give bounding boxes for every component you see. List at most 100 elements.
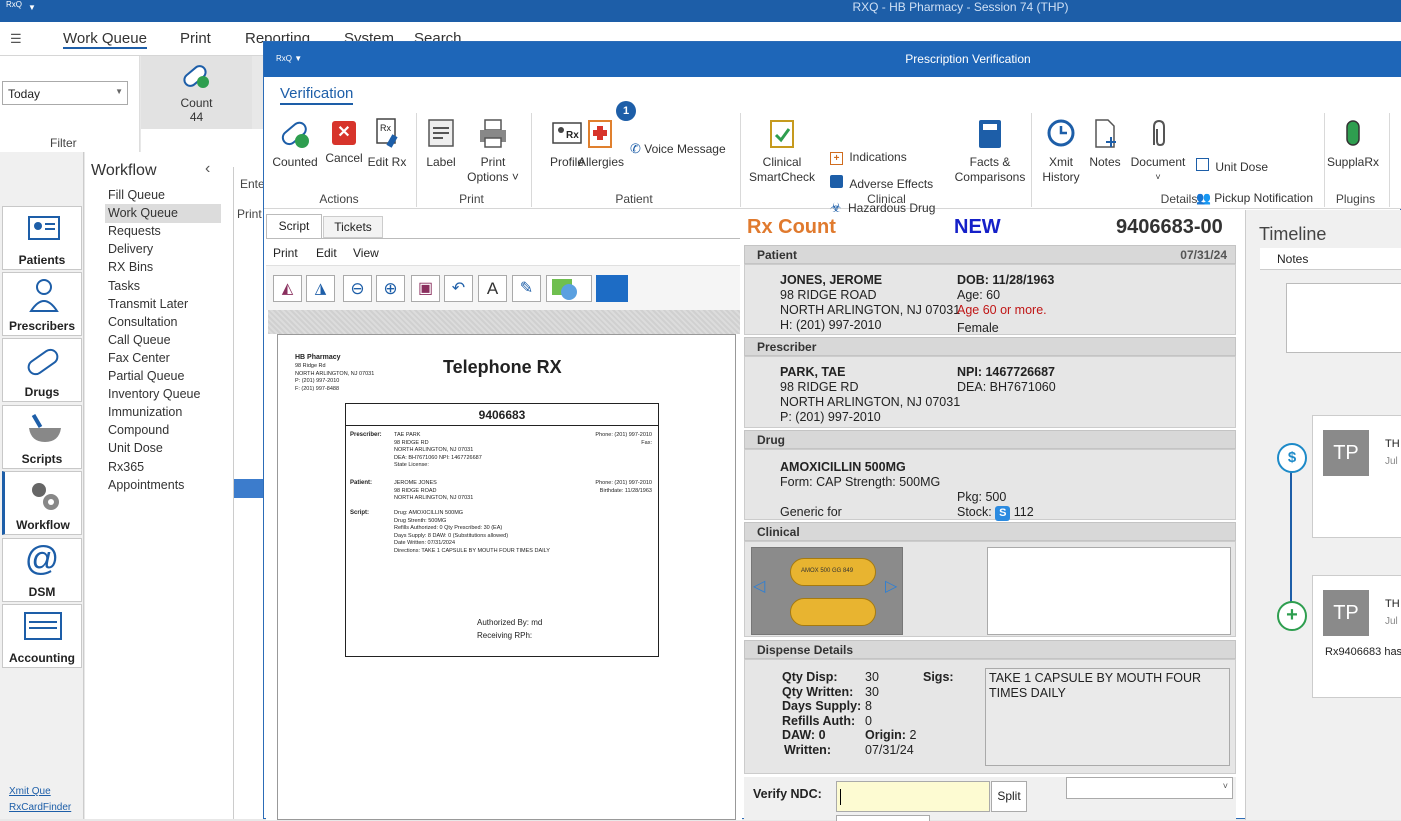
qty-disp-label: Qty Disp: — [782, 670, 838, 684]
workflow-item[interactable]: Transmit Later — [108, 297, 188, 311]
rx-date: 07/31/24 — [1180, 248, 1227, 262]
tab-script[interactable]: Script — [266, 214, 322, 238]
count-value: 44 — [189, 110, 204, 124]
workflow-item[interactable]: Fax Center — [108, 351, 170, 365]
secondary-input[interactable] — [836, 815, 930, 821]
workflow-item[interactable]: Unit Dose — [108, 441, 163, 455]
clinical-smartcheck-button[interactable]: Clinical SmartCheck — [745, 117, 819, 185]
group-label-plugins: Plugins — [1335, 192, 1376, 206]
written-label: Written: — [784, 742, 831, 757]
flip-horizontal-icon[interactable]: ◭ — [273, 275, 302, 302]
nav-scripts[interactable]: Scripts — [2, 405, 82, 469]
drug-form-strength: Form: CAP Strength: 500MG — [780, 475, 941, 489]
hamburger-icon[interactable]: ☰ — [10, 31, 22, 47]
collapse-icon[interactable]: ‹ — [205, 160, 210, 178]
nav-patients[interactable]: Patients — [2, 206, 82, 270]
workflow-item[interactable]: Appointments — [108, 478, 184, 492]
pickup-notification-button[interactable]: 👥 Pickup Notification — [1196, 191, 1326, 206]
workflow-item[interactable]: Fill Queue — [108, 188, 165, 202]
undo-icon[interactable]: ↶ — [444, 275, 473, 302]
workflow-item[interactable]: Work Queue — [108, 206, 178, 220]
separator — [1031, 113, 1032, 207]
xmit-history-button[interactable]: Xmit History — [1038, 117, 1084, 185]
nav-workflow[interactable]: Workflow — [2, 471, 82, 535]
drug-stock: Stock: S 112 — [957, 505, 1034, 521]
script-menu-edit[interactable]: Edit — [316, 246, 337, 260]
link-xmit-que[interactable]: Xmit Que — [9, 786, 51, 797]
counted-button[interactable]: Counted — [269, 117, 321, 170]
workflow-item[interactable]: Consultation — [108, 315, 178, 329]
menu-print[interactable]: Print — [180, 30, 211, 47]
add-text-icon[interactable]: A — [478, 275, 507, 302]
workflow-item[interactable]: Requests — [108, 224, 161, 238]
script-menu-print[interactable]: Print — [273, 246, 298, 260]
cancel-button[interactable]: ✕ Cancel — [323, 117, 365, 166]
drug-name[interactable]: AMOXICILLIN 500MG — [780, 460, 906, 475]
edit-rx-button[interactable]: Rx Edit Rx — [365, 117, 409, 170]
workflow-item[interactable]: Tasks — [108, 279, 140, 293]
prescriber-name[interactable]: PARK, TAE — [780, 365, 960, 380]
book-icon — [979, 120, 1001, 148]
script-menu-view[interactable]: View — [353, 246, 379, 260]
verify-ndc-input[interactable] — [836, 781, 990, 812]
count-button[interactable]: Count 44 — [141, 56, 252, 129]
stock-badge-icon: S — [995, 506, 1011, 521]
nav-dsm[interactable]: @ DSM — [2, 538, 82, 602]
filter-panel: Today ▼ Filter — [0, 56, 140, 152]
shape-picker-icon[interactable] — [546, 275, 592, 302]
timeline-entry-1[interactable]: TP TH Jul — [1312, 415, 1401, 538]
save-icon[interactable]: ▣ — [411, 275, 440, 302]
nav-prescribers[interactable]: Prescribers — [2, 272, 82, 336]
patient-name[interactable]: JONES, JEROME — [780, 273, 960, 288]
previous-image-icon[interactable]: ◁ — [753, 576, 765, 596]
comment-icon[interactable] — [596, 275, 628, 302]
timeline-entry-head: TH — [1385, 598, 1400, 610]
adverse-effects-button[interactable]: Adverse Effects — [830, 175, 950, 192]
prescriber-section-header: Prescriber — [744, 337, 1236, 356]
workflow-item[interactable]: Rx365 — [108, 460, 144, 474]
facts-comparisons-button[interactable]: Facts & Comparisons — [953, 117, 1027, 185]
add-icon[interactable]: + — [1277, 601, 1307, 631]
workflow-item[interactable]: Compound — [108, 423, 169, 437]
avatar: TP — [1323, 590, 1369, 636]
ndc-select[interactable]: ˅ — [1066, 777, 1233, 799]
mortar-pestle-icon — [29, 413, 61, 442]
workflow-item[interactable]: RX Bins — [108, 260, 153, 274]
nav-accounting[interactable]: Accounting — [2, 604, 82, 668]
supplarx-button[interactable]: SupplaRx — [1324, 117, 1382, 170]
flip-vertical-icon[interactable]: ◮ — [306, 275, 335, 302]
filter-select[interactable]: Today ▼ — [2, 81, 128, 105]
chevron-down-icon: ▼ — [115, 87, 123, 96]
note-input[interactable] — [1286, 283, 1401, 353]
allergies-button[interactable]: Allergies — [577, 117, 625, 170]
next-image-icon[interactable]: ▷ — [885, 576, 897, 596]
split-button[interactable]: Split — [991, 781, 1027, 812]
workflow-item[interactable]: Immunization — [108, 405, 182, 419]
workflow-item[interactable]: Call Queue — [108, 333, 171, 347]
workflow-item[interactable]: Inventory Queue — [108, 387, 200, 401]
next-icon[interactable]: ⊕ — [376, 275, 405, 302]
previous-icon[interactable]: ⊖ — [343, 275, 372, 302]
nav-drugs[interactable]: Drugs — [2, 338, 82, 402]
workflow-item[interactable]: Partial Queue — [108, 369, 184, 383]
document-button[interactable]: Document ˅ — [1128, 117, 1188, 185]
label-button[interactable]: Label — [422, 117, 460, 170]
clinical-notes-box[interactable] — [987, 547, 1231, 635]
tab-tickets[interactable]: Tickets — [323, 216, 383, 238]
menu-work-queue[interactable]: Work Queue — [63, 30, 147, 49]
tab-notes[interactable]: Notes — [1277, 252, 1308, 266]
drug-pkg: Pkg: 500 — [957, 490, 1007, 504]
notes-button[interactable]: Notes — [1084, 117, 1126, 170]
pen-icon[interactable]: ✎ — [512, 275, 541, 302]
tab-verification[interactable]: Verification — [280, 85, 354, 105]
link-rxcardfinder[interactable]: RxCardFinder — [9, 802, 71, 813]
prescriber-npi: NPI: 1467726687 — [957, 365, 1055, 379]
voice-message-button[interactable]: ✆ Voice Message — [630, 141, 734, 157]
workflow-item[interactable]: Delivery — [108, 242, 153, 256]
indications-button[interactable]: + Indications — [830, 150, 950, 165]
prescriber-address-1: 98 RIDGE RD — [780, 380, 859, 394]
sigs-text[interactable]: TAKE 1 CAPSULE BY MOUTH FOUR TIMES DAILY — [985, 668, 1230, 766]
unit-dose-button[interactable]: Unit Dose — [1196, 158, 1296, 175]
print-options-button[interactable]: Print Options ˅ — [462, 117, 524, 185]
timeline-entry-2[interactable]: TP TH Jul Rx9406683 has — [1312, 575, 1401, 698]
